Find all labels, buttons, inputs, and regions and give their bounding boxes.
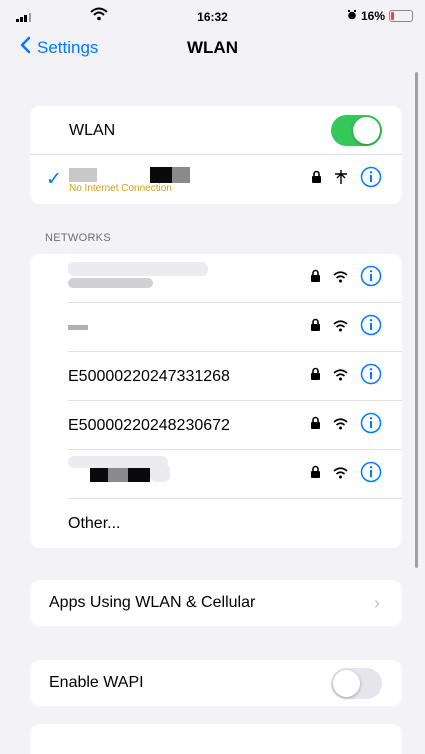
wapi-group: Enable WAPI — [30, 660, 402, 706]
wifi-icon — [333, 270, 348, 288]
alarm-icon — [347, 9, 357, 23]
redacted-block — [150, 167, 172, 183]
redacted-block — [90, 468, 108, 482]
connected-status: No Internet Connection — [69, 183, 172, 194]
redacted-block — [128, 468, 150, 482]
other-label: Other... — [68, 514, 121, 532]
battery-fill — [391, 12, 394, 20]
redacted-network-name — [68, 325, 88, 330]
no-internet-icon — [334, 169, 348, 190]
network-name: E50000220248230672 — [68, 416, 230, 434]
redacted-network-name — [68, 262, 208, 276]
network-row[interactable] — [30, 303, 402, 352]
battery-percent: 16% — [360, 9, 385, 23]
lock-icon — [310, 465, 321, 484]
wapi-toggle[interactable] — [331, 667, 382, 699]
apps-group: Apps Using WLAN & Cellular › — [30, 580, 402, 626]
wlan-group: WLAN ✓ No Internet Connection — [30, 106, 402, 204]
next-group — [30, 724, 402, 754]
apps-using-wlan-label: Apps Using WLAN & Cellular — [49, 594, 256, 611]
network-row[interactable] — [30, 254, 402, 303]
redacted-network-name — [68, 278, 153, 288]
lock-icon — [310, 367, 321, 386]
networks-group: E50000220247331268 E50000220248230672 Ot… — [30, 254, 402, 548]
network-row[interactable] — [30, 450, 402, 499]
info-icon[interactable] — [360, 265, 382, 292]
redacted-network-name — [69, 168, 97, 182]
wifi-icon — [333, 466, 348, 484]
checkmark-icon: ✓ — [46, 169, 62, 190]
info-icon[interactable] — [360, 461, 382, 488]
info-icon[interactable] — [360, 412, 382, 439]
lock-icon — [310, 269, 321, 288]
info-icon[interactable] — [360, 166, 382, 193]
wlan-label: WLAN — [69, 121, 116, 139]
battery-icon — [389, 10, 413, 22]
battery-indicator: 16% — [347, 9, 413, 23]
redacted-block — [150, 464, 170, 482]
network-name: E50000220247331268 — [68, 367, 230, 385]
wifi-icon — [333, 417, 348, 435]
network-row[interactable]: E50000220247331268 — [30, 352, 402, 401]
redacted-block — [172, 167, 190, 183]
lock-icon — [310, 416, 321, 435]
enable-wapi-row: Enable WAPI — [30, 660, 402, 706]
lock-icon — [311, 170, 322, 189]
lock-icon — [310, 318, 321, 337]
wlan-toggle[interactable] — [331, 115, 382, 146]
connected-network-row[interactable]: ✓ No Internet Connection — [30, 155, 402, 204]
chevron-right-icon: › — [374, 592, 380, 613]
info-icon[interactable] — [360, 363, 382, 390]
status-bar: 16:32 16% — [0, 0, 425, 32]
page-title: WLAN — [187, 38, 238, 57]
other-network-row[interactable]: Other... — [30, 499, 402, 548]
nav-bar: Settings WLAN — [0, 32, 425, 68]
wifi-icon — [333, 368, 348, 386]
networks-header: NETWORKS — [45, 232, 111, 244]
enable-wapi-label: Enable WAPI — [49, 674, 144, 691]
network-row[interactable]: E50000220248230672 — [30, 401, 402, 450]
scrollbar[interactable] — [415, 72, 418, 568]
wlan-toggle-row: WLAN — [30, 106, 402, 155]
apps-using-wlan-row[interactable]: Apps Using WLAN & Cellular › — [30, 580, 402, 626]
redacted-block — [108, 468, 128, 482]
wifi-icon — [333, 319, 348, 337]
info-icon[interactable] — [360, 314, 382, 341]
